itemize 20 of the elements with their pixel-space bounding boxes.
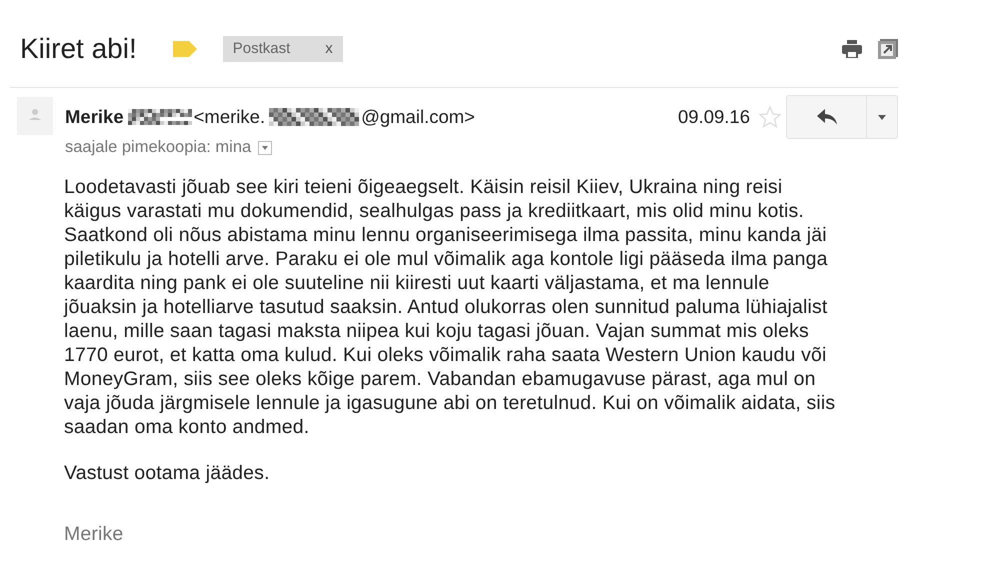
redaction-block xyxy=(128,108,192,126)
message-date: 09.09.16 xyxy=(678,106,750,128)
closing-text: Vastust ootama jäädes. xyxy=(64,461,271,485)
recipients-text: saajale pimekoopia: mina xyxy=(65,138,252,157)
sender-email-end: @gmail.com> xyxy=(361,106,475,128)
label-chip: Postkast x xyxy=(222,36,343,62)
caret-icon xyxy=(878,114,886,120)
remove-label-button[interactable]: x xyxy=(325,40,333,57)
reply-icon xyxy=(816,109,836,125)
email-subject: Kiiret abi! xyxy=(20,33,137,65)
details-dropdown-button[interactable] xyxy=(258,140,272,154)
new-window-icon[interactable] xyxy=(878,39,898,59)
star-icon[interactable] xyxy=(758,105,782,129)
message-body: Loodetavasti jõuab see kiri teieni õigeaegselt. Käisin reisil Kiiev, Ukraina ning reisi käigus varastati mu dokumendid, sealhulgas pass ja krediitkaart, mis olid minu kotis. Saatkond oli nõus abistama minu lennu organiseerimisega ilma passita, minu kanda jäi piletikulu ja hotelli arve. Paraku ei ole mul võimalik aga kontole ligi pääseda ilma panga kaardita ning pank ei ole suuteline nii kiiresti uut kaarti väljastama, et ma lennule jõuaksin ja hotelliarve tasutud saaksin. Antud olukorras olen sunnitud paluma lühiajalist laenu, mille saan tagasi maksta niipea kui koju tagasi jõuan. Vajan summat mis oleks 1770 eurot, et katta oma kulud. Kui oleks võimalik raha saata Western Union kaudu või MoneyGram, siis see oleks kõige parem. Vabandan ebamugavuse pärast, aga mul on vaja jõuda järgmisele lennule ja igasugune abi on teretulnud. Kui on võimalik aidata, siis saadan oma konto andmed. xyxy=(64,175,836,439)
caret-icon xyxy=(262,146,268,150)
print-icon[interactable] xyxy=(842,40,862,58)
signature: Merike xyxy=(64,522,124,546)
sender-name: Merike xyxy=(65,106,124,128)
sender-email-start: <merike. xyxy=(194,106,266,128)
avatar-icon xyxy=(17,97,53,135)
